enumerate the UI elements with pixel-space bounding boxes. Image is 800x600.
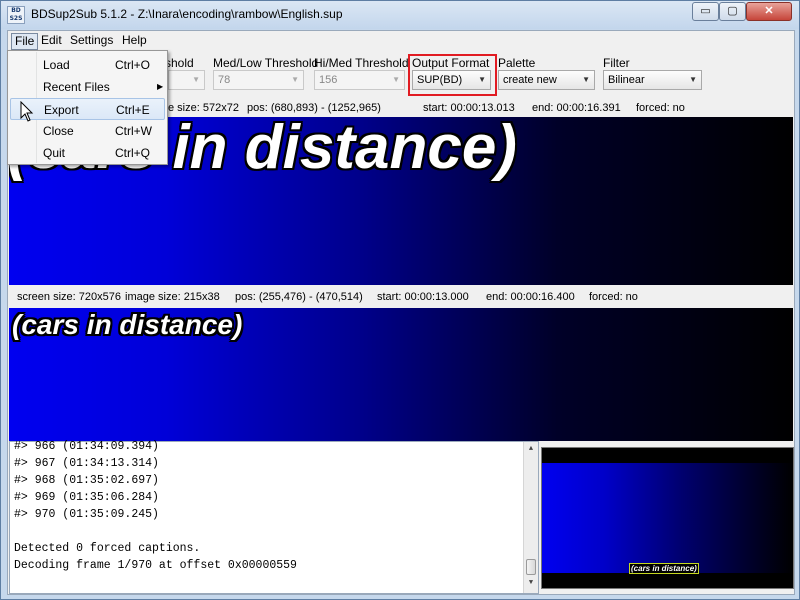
menu-item-load[interactable]: Load Ctrl+O [10,54,165,76]
medlow-threshold-label: Med/Low Threshold [213,56,319,70]
maximize-button[interactable]: ▢ [719,2,746,21]
close-button[interactable]: ✕ [746,2,792,21]
app-icon-text-bottom: S2S [9,15,23,22]
target-forced: forced: no [589,291,638,303]
target-end: end: 00:00:16.400 [486,291,575,303]
log-output[interactable]: #> 966 (01:34:09.394) #> 967 (01:34:13.3… [9,440,539,594]
title-bar[interactable]: BD S2S BDSup2Sub 5.1.2 - Z:\Inara\encodin… [1,1,799,29]
scroll-thumb[interactable] [526,559,536,575]
filter-combo[interactable]: Bilinear ▼ [603,70,702,90]
log-line: Detected 0 forced captions. [14,542,201,555]
menu-item-quit[interactable]: Quit Ctrl+Q [10,142,165,164]
menu-item-quit-label: Quit [43,146,66,160]
log-line: #> 968 (01:35:02.697) [14,474,159,487]
target-subtitle: (cars in distance) [12,309,243,340]
himed-threshold-label: Hi/Med Threshold [314,56,409,70]
himed-threshold-value: 156 [319,74,338,86]
app-icon: BD S2S [7,6,25,24]
menu-item-quit-shortcut: Ctrl+Q [115,146,151,160]
submenu-arrow-icon: ▶ [157,82,164,91]
threshold-label: shold [165,56,194,70]
filter-value: Bilinear [608,74,645,86]
menu-item-close-shortcut: Ctrl+W [115,124,152,138]
chevron-down-icon: ▼ [291,75,299,84]
log-scrollbar[interactable]: ▲ ▼ [523,442,538,593]
scroll-down-icon[interactable]: ▼ [524,576,538,591]
menu-edit[interactable]: Edit [38,33,65,50]
thumbnail-subtitle: (cars in distance) [629,563,699,574]
log-line: #> 969 (01:35:06.284) [14,491,159,504]
palette-label: Palette [498,56,536,70]
target-pos: pos: (255,476) - (470,514) [235,291,363,303]
himed-threshold-combo: 156 ▼ [314,70,405,90]
source-pos: pos: (680,893) - (1252,965) [247,102,381,114]
menu-item-export-shortcut: Ctrl+E [116,103,150,117]
menu-bar: File Edit Settings Help [8,31,794,51]
medlow-threshold-value: 78 [218,74,231,86]
log-line: #> 967 (01:34:13.314) [14,457,159,470]
chevron-down-icon: ▼ [192,75,200,84]
menu-settings[interactable]: Settings [67,33,116,50]
menu-item-load-shortcut: Ctrl+O [115,58,151,72]
threshold-combo: ▼ [168,70,205,90]
filter-label: Filter [603,56,630,70]
log-line: #> 970 (01:35:09.245) [14,508,159,521]
source-start: start: 00:00:13.013 [423,102,515,114]
menu-item-close[interactable]: Close Ctrl+W [10,120,165,142]
chevron-down-icon: ▼ [582,75,590,84]
target-start: start: 00:00:13.000 [377,291,469,303]
log-line: Decoding frame 1/970 at offset 0x0000055… [14,559,297,572]
palette-value: create new [503,74,557,86]
mouse-cursor-icon [20,101,34,122]
minimize-button[interactable]: ▭ [692,2,719,21]
app-window: BD S2S BDSup2Sub 5.1.2 - Z:\Inara\encodin… [0,0,800,600]
menu-item-export-label: Export [44,103,79,117]
menu-item-recent-files-label: Recent Files [43,80,110,94]
menu-help[interactable]: Help [119,33,150,50]
thumbnail-preview[interactable]: (cars in distance) [541,447,794,589]
source-image-size: e size: 572x72 [168,102,239,114]
scroll-up-icon[interactable]: ▲ [524,442,538,457]
target-image-size: image size: 215x38 [125,291,220,303]
log-line: #> 966 (01:34:09.394) [14,440,159,453]
thumbnail-image: (cars in distance) [542,463,793,574]
menu-item-recent-files[interactable]: Recent Files ▶ [10,76,165,98]
source-forced: forced: no [636,102,685,114]
chevron-down-icon: ▼ [689,75,697,84]
window-title: BDSup2Sub 5.1.2 - Z:\Inara\encoding\ramb… [31,7,343,21]
menu-file[interactable]: File [11,33,39,50]
output-format-highlight [408,54,497,96]
medlow-threshold-combo: 78 ▼ [213,70,304,90]
target-info-bar: screen size: 720x576 image size: 215x38 … [8,288,794,306]
menu-item-load-label: Load [43,58,70,72]
chevron-down-icon: ▼ [392,75,400,84]
app-icon-text-top: BD [11,7,21,14]
palette-combo[interactable]: create new ▼ [498,70,595,90]
source-end: end: 00:00:16.391 [532,102,621,114]
target-preview: (cars in distance) [9,308,793,441]
target-screen-size: screen size: 720x576 [17,291,121,303]
menu-item-close-label: Close [43,124,74,138]
